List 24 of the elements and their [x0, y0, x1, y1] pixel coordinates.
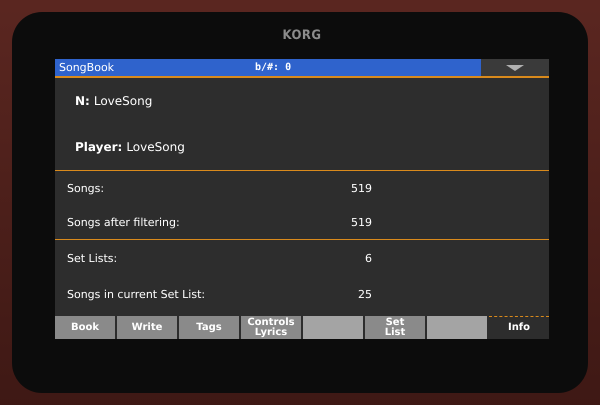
- tab[interactable]: Set List: [365, 316, 425, 339]
- field-label: Player:: [75, 140, 122, 154]
- dropdown-button[interactable]: [481, 59, 549, 76]
- field-value: LoveSong: [126, 140, 185, 154]
- info-value: 519: [350, 182, 372, 194]
- tab[interactable]: [427, 316, 487, 339]
- tab[interactable]: [303, 316, 363, 339]
- transpose-label: b/#: 0: [255, 62, 292, 73]
- caret-icon: [506, 64, 524, 70]
- tab[interactable]: Tags: [179, 316, 239, 339]
- tab[interactable]: Book: [55, 316, 115, 339]
- info-label: Songs after filtering:: [67, 216, 181, 228]
- info-label: Set Lists:: [67, 252, 118, 264]
- logo: KORG: [281, 28, 323, 45]
- info-value: 519: [350, 216, 372, 228]
- info-label: Songs in current Set List:: [67, 288, 206, 300]
- tab[interactable]: Write: [117, 316, 177, 339]
- field-value: LoveSong: [94, 94, 152, 108]
- info-value: 6: [364, 252, 372, 264]
- field-label: N:: [75, 94, 90, 108]
- info-value: 25: [357, 288, 372, 300]
- info-label: Songs:: [67, 182, 106, 194]
- window-title: SongBook: [58, 61, 114, 74]
- tab[interactable]: Controls Lyrics: [241, 316, 301, 339]
